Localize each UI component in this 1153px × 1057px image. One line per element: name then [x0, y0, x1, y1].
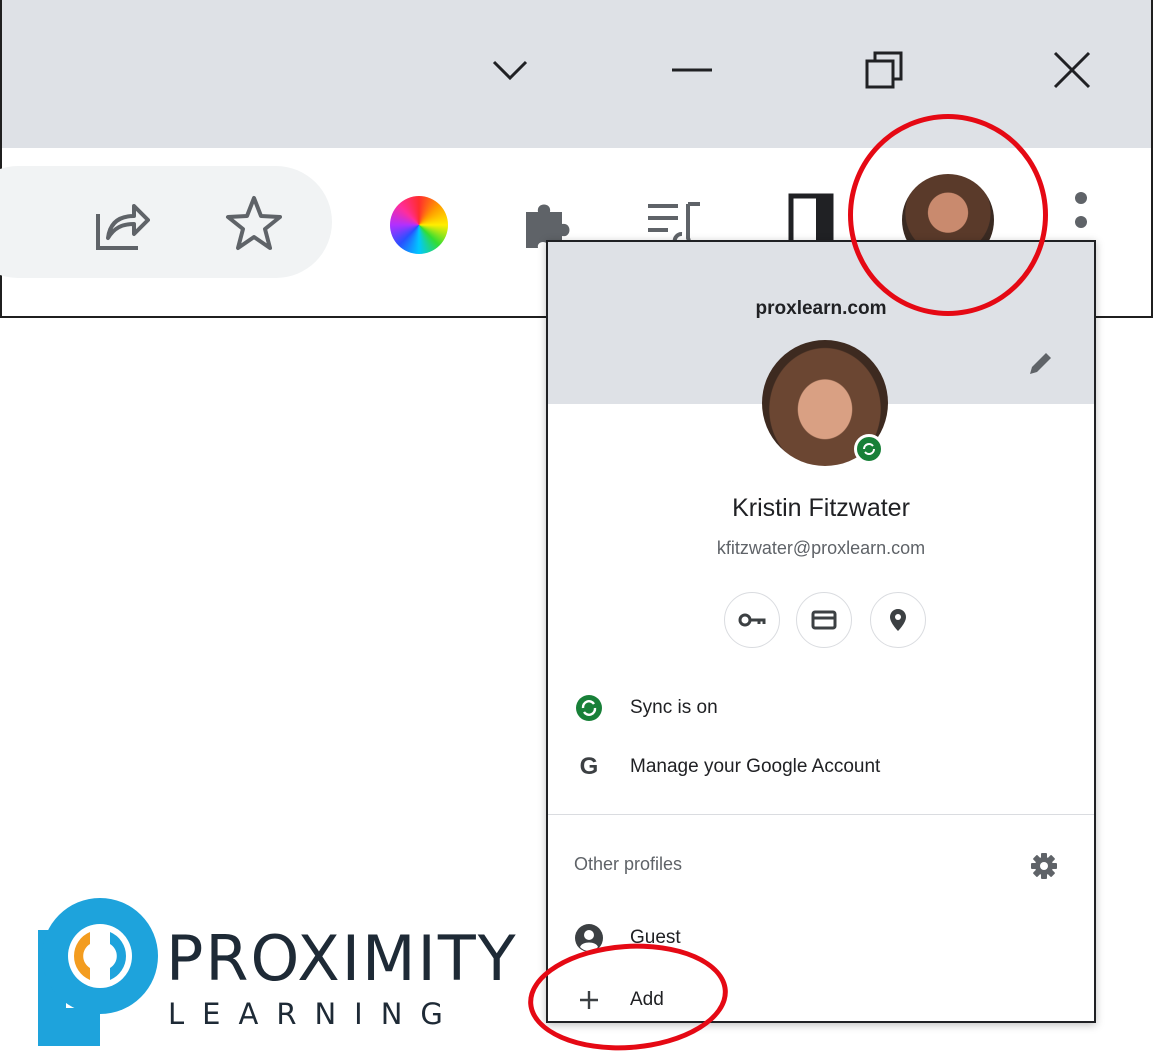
manage-account-row[interactable]: G Manage your Google Account [548, 743, 1094, 791]
sync-label: Sync is on [630, 697, 718, 718]
logo-word: PROXIMITY [166, 922, 518, 995]
profile-name: Kristin Fitzwater [732, 494, 910, 522]
divider [548, 814, 1094, 815]
location-icon[interactable] [870, 592, 926, 648]
profile-menu: proxlearn.com Kristin Fitzwater kfitzwat… [546, 240, 1096, 1023]
restore-icon[interactable] [854, 40, 914, 100]
logo-sub: LEARNING [168, 997, 461, 1031]
share-icon[interactable] [88, 192, 152, 256]
logo-mark-icon [38, 898, 158, 1046]
gear-icon[interactable] [1028, 850, 1060, 882]
other-profiles-label: Other profiles [574, 854, 683, 874]
close-icon[interactable] [1042, 40, 1102, 100]
highlight-ring-profile [848, 114, 1048, 316]
card-icon[interactable] [796, 592, 852, 648]
manage-account-label: Manage your Google Account [630, 756, 881, 777]
profile-email: kfitzwater@proxlearn.com [716, 538, 926, 558]
star-icon[interactable] [222, 192, 286, 256]
edit-icon[interactable] [1024, 348, 1056, 380]
color-wheel-icon[interactable] [388, 194, 450, 256]
key-icon[interactable] [724, 592, 780, 648]
sync-icon [574, 693, 604, 723]
minimize-icon[interactable] [662, 40, 722, 100]
sync-badge-icon [854, 434, 884, 464]
chevron-down-icon[interactable] [480, 40, 540, 100]
profile-domain: proxlearn.com [755, 298, 887, 319]
sync-row[interactable]: Sync is on [548, 684, 1094, 732]
proximity-learning-logo: PROXIMITY LEARNING [30, 890, 516, 1050]
google-g-icon: G [579, 753, 599, 780]
